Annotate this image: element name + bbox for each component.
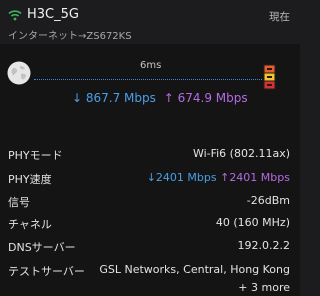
- more-servers-link[interactable]: + 3 more: [238, 281, 290, 294]
- phy-speed-up-arrow: ↑: [220, 171, 230, 184]
- channel-value: 40 (160 MHz): [215, 216, 290, 229]
- speed-results: ↓ 867.7 Mbps ↑ 674.9 Mbps: [72, 91, 248, 105]
- latency-value: 6ms: [140, 60, 162, 71]
- connection-line: [34, 79, 262, 80]
- server-logo-icon: [263, 64, 276, 90]
- dns-value: 192.0.2.2: [237, 239, 290, 252]
- detail-row-dns: DNSサーバー 192.0.2.2: [0, 239, 300, 257]
- network-ssid: H3C_5G: [27, 7, 79, 22]
- phy-speed-down: 2401 Mbps: [155, 171, 217, 184]
- channel-label: チャネル: [8, 218, 52, 231]
- test-server-label: テストサーバー: [8, 265, 85, 278]
- connection-route: インターネット→ZS672KS: [8, 31, 132, 42]
- test-server-value[interactable]: GSL Networks, Central, Hong Kong: [99, 263, 290, 276]
- phy-speed-label: PHY速度: [8, 173, 52, 186]
- phy-speed-up: 2401 Mbps: [229, 171, 290, 184]
- detail-row-signal: 信号 -26dBm: [0, 194, 300, 212]
- phy-speed-value: ↓2401 Mbps ↑2401 Mbps: [147, 171, 290, 184]
- detail-row-phy-speed: PHY速度 ↓2401 Mbps ↑2401 Mbps: [0, 171, 300, 189]
- signal-label: 信号: [8, 196, 30, 209]
- detail-row-phy-mode: PHYモード Wi-Fi6 (802.11ax): [0, 147, 300, 165]
- signal-value: -26dBm: [246, 194, 290, 207]
- upload-speed: 674.9 Mbps: [177, 91, 248, 105]
- phy-speed-down-arrow: ↓: [146, 171, 156, 184]
- header: H3C_5G インターネット→ZS672KS 現在: [0, 0, 300, 42]
- speed-test-panel: 6ms ↓ 867.7 Mbps ↑ 674.9 Mbps PHYモード Wi-…: [0, 44, 300, 296]
- wifi-icon: [8, 10, 22, 21]
- phy-mode-label: PHYモード: [8, 149, 63, 162]
- detail-row-channel: チャネル 40 (160 MHz): [0, 216, 300, 234]
- download-speed: 867.7 Mbps: [85, 91, 156, 105]
- dns-label: DNSサーバー: [8, 241, 76, 254]
- phy-mode-value: Wi-Fi6 (802.11ax): [192, 147, 290, 160]
- detail-row-test-server: テストサーバー GSL Networks, Central, Hong Kong: [0, 263, 300, 281]
- status-time: 現在: [269, 11, 290, 23]
- upload-arrow: ↑: [163, 91, 174, 105]
- globe-icon: [7, 61, 31, 85]
- download-arrow: ↓: [72, 91, 83, 105]
